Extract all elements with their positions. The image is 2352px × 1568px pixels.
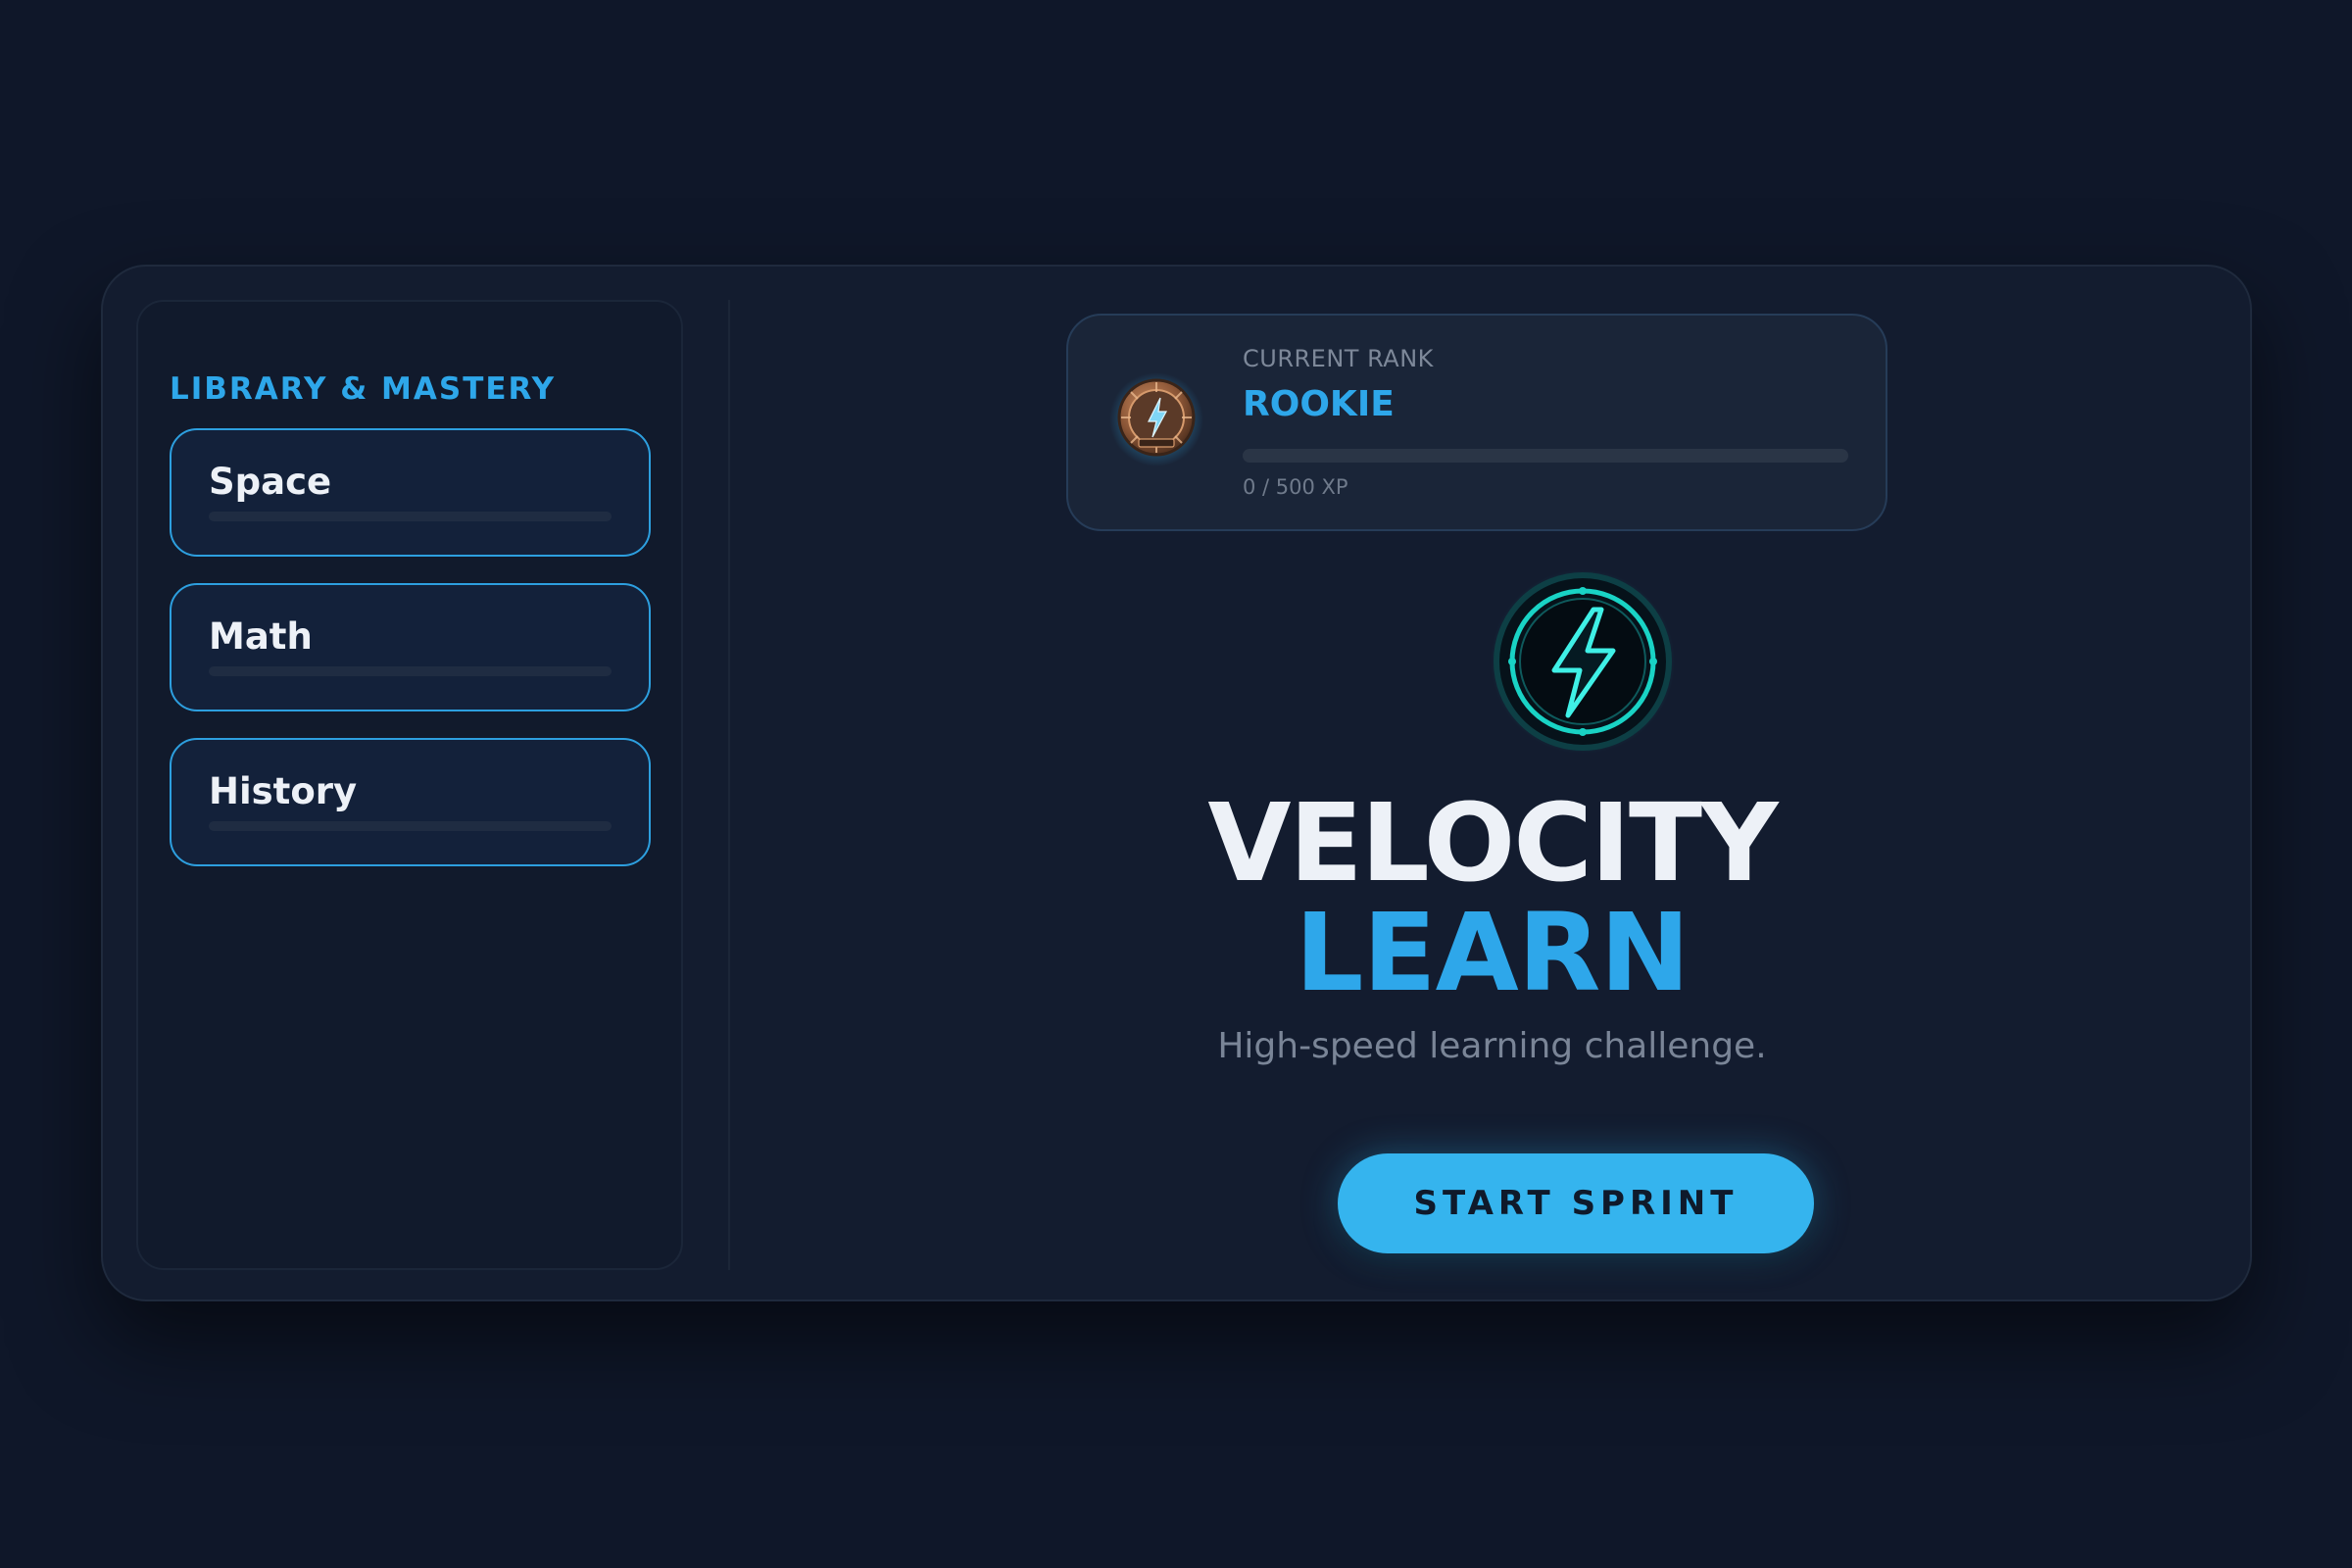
tagline: High-speed learning challenge. <box>1217 1026 1767 1066</box>
sidebar-item-space[interactable]: Space <box>170 428 651 557</box>
subject-progress-bar <box>209 666 612 676</box>
sidebar: LIBRARY & MASTERY Space Math History <box>136 300 683 1270</box>
subject-label: History <box>209 770 358 812</box>
sidebar-item-math[interactable]: Math <box>170 583 651 711</box>
sidebar-item-history[interactable]: History <box>170 738 651 866</box>
app-card: LIBRARY & MASTERY Space Math History CUR… <box>101 265 2252 1301</box>
subject-progress-bar <box>209 512 612 521</box>
subject-label: Space <box>209 461 332 503</box>
subject-progress-bar <box>209 821 612 831</box>
title-line-2: LEARN <box>1295 890 1690 1015</box>
sidebar-title: LIBRARY & MASTERY <box>170 371 557 407</box>
lightning-bolt-icon <box>1491 569 1675 754</box>
subject-label: Math <box>209 615 313 658</box>
start-sprint-button[interactable]: START SPRINT <box>1338 1153 1814 1253</box>
hero: VELOCITY LEARN High-speed learning chall… <box>730 267 2254 1303</box>
title-line-1: VELOCITY <box>1207 780 1778 906</box>
